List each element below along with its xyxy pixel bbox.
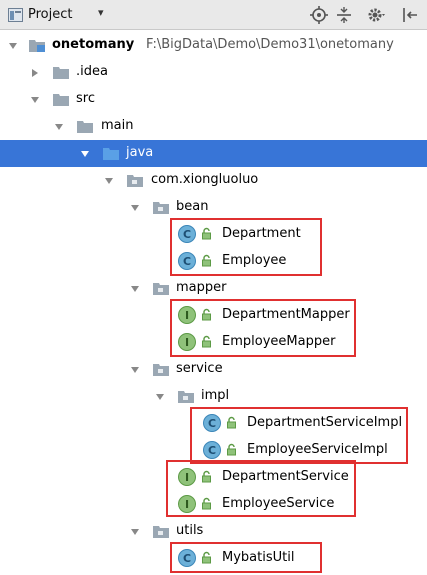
project-title[interactable]: Project <box>28 7 72 22</box>
tree-node-src[interactable]: src <box>0 86 427 113</box>
expanded-arrow-icon[interactable] <box>104 176 114 186</box>
collapse-all-icon[interactable] <box>334 5 354 25</box>
expanded-arrow-icon[interactable] <box>155 392 165 402</box>
project-icon <box>8 8 23 22</box>
folder-icon <box>53 94 69 106</box>
tree-label: .idea <box>76 64 108 79</box>
chevron-down-icon[interactable]: ▾ <box>98 6 104 19</box>
tree-node-package[interactable]: com.xiongluoluo <box>0 167 427 194</box>
tree-node-bean[interactable]: bean <box>0 194 427 221</box>
package-icon <box>153 202 169 214</box>
package-icon <box>153 526 169 538</box>
tree-label: impl <box>201 388 230 403</box>
collapsed-arrow-icon[interactable] <box>30 68 40 78</box>
package-icon <box>153 364 169 376</box>
expanded-arrow-icon[interactable] <box>8 41 18 51</box>
highlight-box-mapper <box>170 299 356 357</box>
folder-icon <box>77 121 93 133</box>
tree-node-utils[interactable]: utils <box>0 518 427 545</box>
expanded-arrow-icon[interactable] <box>130 365 140 375</box>
tree-label: com.xiongluoluo <box>151 172 259 187</box>
package-icon <box>127 175 143 187</box>
expanded-arrow-icon[interactable] <box>30 95 40 105</box>
gear-icon[interactable] <box>366 5 386 25</box>
source-folder-icon <box>103 148 119 160</box>
tree-label: utils <box>176 523 204 538</box>
folder-icon <box>53 67 69 79</box>
tree-node-idea[interactable]: .idea <box>0 59 427 86</box>
expanded-arrow-icon[interactable] <box>130 284 140 294</box>
highlight-box-service <box>166 460 356 517</box>
tree-node-java[interactable]: java <box>0 140 427 167</box>
package-icon <box>178 391 194 403</box>
tree-label: bean <box>176 199 209 214</box>
hide-panel-icon[interactable] <box>400 5 420 25</box>
project-tool-window-header: Project ▾ <box>0 0 427 30</box>
expanded-arrow-icon[interactable] <box>54 122 64 132</box>
tree-node-impl[interactable]: impl <box>0 383 427 410</box>
expanded-arrow-icon[interactable] <box>130 203 140 213</box>
tree-node-main[interactable]: main <box>0 113 427 140</box>
package-icon <box>153 283 169 295</box>
tree-node-service[interactable]: service <box>0 356 427 383</box>
module-path: F:\BigData\Demo\Demo31\onetomany <box>146 37 394 52</box>
tree-node-mapper[interactable]: mapper <box>0 275 427 302</box>
tree-label: src <box>76 91 95 106</box>
highlight-box-bean <box>170 218 322 276</box>
tree-label: mapper <box>176 280 227 295</box>
module-folder-icon <box>29 40 45 52</box>
tree-node-root[interactable]: onetomany F:\BigData\Demo\Demo31\onetoma… <box>0 32 427 59</box>
highlight-box-impl <box>190 407 408 464</box>
tree-label: java <box>126 145 154 160</box>
locate-icon[interactable] <box>309 5 329 25</box>
tree-label: main <box>101 118 134 133</box>
tree-label: onetomany <box>52 37 135 52</box>
expanded-arrow-icon[interactable] <box>130 527 140 537</box>
tree-label: service <box>176 361 223 376</box>
expanded-arrow-icon[interactable] <box>80 149 90 159</box>
highlight-box-utils <box>170 542 322 573</box>
